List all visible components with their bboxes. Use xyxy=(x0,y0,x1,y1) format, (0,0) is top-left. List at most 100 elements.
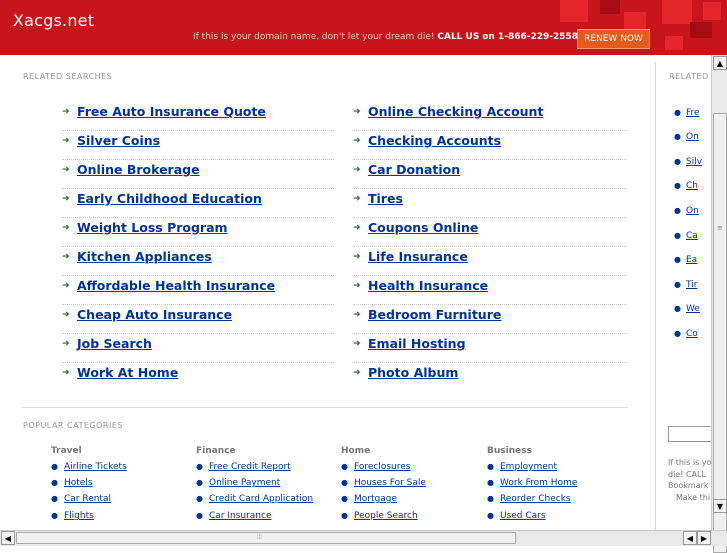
side-link[interactable]: Co xyxy=(686,329,698,339)
side-related-label: RELATED xyxy=(669,72,709,81)
category-link[interactable]: Online Payment xyxy=(209,478,280,488)
bullet-icon: ● xyxy=(674,280,681,289)
related-link-row: ➜ Work At Home xyxy=(62,362,334,391)
bullet-icon: ● xyxy=(674,157,681,166)
side-search-input[interactable] xyxy=(668,426,714,442)
category-link[interactable]: Houses For Sale xyxy=(354,478,426,488)
category-link[interactable]: Flights xyxy=(64,511,94,521)
vertical-scrollbar[interactable]: ▲ ≡ ▼ xyxy=(711,55,727,553)
side-text: Bookmark xyxy=(668,481,709,490)
category-link[interactable]: Reorder Checks xyxy=(500,494,571,504)
side-text: If this is yo xyxy=(668,458,712,467)
related-link-row: ➜ Online Checking Account xyxy=(353,101,627,131)
side-link[interactable]: Tir xyxy=(686,280,697,290)
related-link[interactable]: Weight Loss Program xyxy=(77,220,228,235)
related-link[interactable]: Online Brokerage xyxy=(77,162,200,177)
related-link[interactable]: Work At Home xyxy=(77,365,178,380)
side-link[interactable]: On xyxy=(686,132,699,142)
horizontal-scroll-thumb[interactable]: ⦙⦙⦙ xyxy=(16,532,516,544)
related-link[interactable]: Tires xyxy=(368,191,403,206)
related-link-row: ➜ Bedroom Furniture xyxy=(353,304,627,334)
side-text: Make thi xyxy=(676,493,711,502)
category-link[interactable]: Work From Home xyxy=(500,478,577,488)
bullet-icon: ● xyxy=(51,478,58,487)
decor-square xyxy=(624,12,646,30)
category-link[interactable]: Credit Card Application xyxy=(209,494,313,504)
side-link-item: ● Ca xyxy=(674,231,698,241)
side-link[interactable]: Ch xyxy=(686,181,698,191)
bullet-icon: ● xyxy=(341,462,348,471)
side-link[interactable]: Fre xyxy=(686,108,700,118)
renew-now-button[interactable]: RENEW NOW xyxy=(577,29,650,49)
category-link[interactable]: Used Cars xyxy=(500,511,546,521)
bullet-icon: ● xyxy=(51,511,58,520)
related-link[interactable]: Kitchen Appliances xyxy=(77,249,212,264)
side-link-item: ● Ea xyxy=(674,255,697,265)
related-link[interactable]: Coupons Online xyxy=(368,220,478,235)
side-link[interactable]: Ca xyxy=(686,231,698,241)
section-divider xyxy=(22,407,628,408)
side-link-item: ● We xyxy=(674,304,700,314)
bullet-icon: ● xyxy=(196,511,203,520)
related-link[interactable]: Bedroom Furniture xyxy=(368,307,501,322)
bullet-icon: ● xyxy=(51,494,58,503)
related-link[interactable]: Life Insurance xyxy=(368,249,468,264)
related-link[interactable]: Free Auto Insurance Quote xyxy=(77,104,266,119)
side-link-item: ● Silv xyxy=(674,157,702,167)
category-link[interactable]: Car Rental xyxy=(64,494,111,504)
side-link[interactable]: Ea xyxy=(686,255,697,265)
category-link[interactable]: Hotels xyxy=(64,478,93,488)
vertical-scroll-thumb[interactable]: ≡ xyxy=(713,113,727,553)
arrow-right-icon: ➜ xyxy=(62,339,70,349)
bullet-icon: ● xyxy=(196,462,203,471)
arrow-right-icon: ➜ xyxy=(353,281,361,291)
related-link[interactable]: Early Childhood Education xyxy=(77,191,262,206)
related-link[interactable]: Photo Album xyxy=(368,365,458,380)
category-item: ● Work From Home xyxy=(487,478,577,488)
related-link[interactable]: Email Hosting xyxy=(368,336,466,351)
arrow-right-icon: ➜ xyxy=(353,310,361,320)
related-link-row: ➜ Free Auto Insurance Quote xyxy=(62,101,334,131)
side-link[interactable]: Silv xyxy=(686,157,702,167)
bullet-icon: ● xyxy=(341,511,348,520)
horizontal-scrollbar[interactable]: ◀ ⦙⦙⦙ ◀ ▶ xyxy=(0,530,727,546)
category-item: ● Car Rental xyxy=(51,494,111,504)
decor-square xyxy=(703,2,721,20)
bullet-icon: ● xyxy=(487,494,494,503)
category-link[interactable]: Employment xyxy=(500,462,557,472)
arrow-right-icon: ➜ xyxy=(353,194,361,204)
related-link[interactable]: Affordable Health Insurance xyxy=(77,278,275,293)
side-link-item: ● On xyxy=(674,206,699,216)
bullet-icon: ● xyxy=(341,478,348,487)
category-link[interactable]: Airline Tickets xyxy=(64,462,127,472)
category-link[interactable]: Free Credit Report xyxy=(209,462,291,472)
side-link[interactable]: We xyxy=(686,304,700,314)
scroll-up-icon[interactable]: ▲ xyxy=(713,56,727,70)
related-link-row: ➜ Affordable Health Insurance xyxy=(62,275,334,305)
related-link[interactable]: Online Checking Account xyxy=(368,104,543,119)
bullet-icon: ● xyxy=(487,478,494,487)
arrow-right-icon: ➜ xyxy=(62,310,70,320)
bullet-icon: ● xyxy=(674,255,681,264)
scroll-down-icon[interactable]: ▼ xyxy=(713,499,727,513)
related-link[interactable]: Silver Coins xyxy=(77,133,160,148)
category-link[interactable]: Foreclosures xyxy=(354,462,410,472)
scroll-left-icon[interactable]: ◀ xyxy=(683,531,697,545)
related-link[interactable]: Car Donation xyxy=(368,162,460,177)
arrow-right-icon: ➜ xyxy=(353,252,361,262)
category-link[interactable]: Car Insurance xyxy=(209,511,272,521)
scroll-left-icon[interactable]: ◀ xyxy=(1,531,15,545)
related-link[interactable]: Checking Accounts xyxy=(368,133,501,148)
arrow-right-icon: ➜ xyxy=(62,368,70,378)
category-heading: Finance xyxy=(196,446,236,456)
side-link-item: ● Ch xyxy=(674,181,698,191)
related-link[interactable]: Cheap Auto Insurance xyxy=(77,307,232,322)
bullet-icon: ● xyxy=(674,231,681,240)
related-link[interactable]: Health Insurance xyxy=(368,278,488,293)
related-link[interactable]: Job Search xyxy=(77,336,152,351)
scroll-right-icon[interactable]: ▶ xyxy=(697,531,711,545)
category-link[interactable]: Mortgage xyxy=(354,494,397,504)
side-link[interactable]: On xyxy=(686,206,699,216)
category-link[interactable]: People Search xyxy=(354,511,418,521)
grip-icon: ⦙⦙⦙ xyxy=(257,533,262,541)
